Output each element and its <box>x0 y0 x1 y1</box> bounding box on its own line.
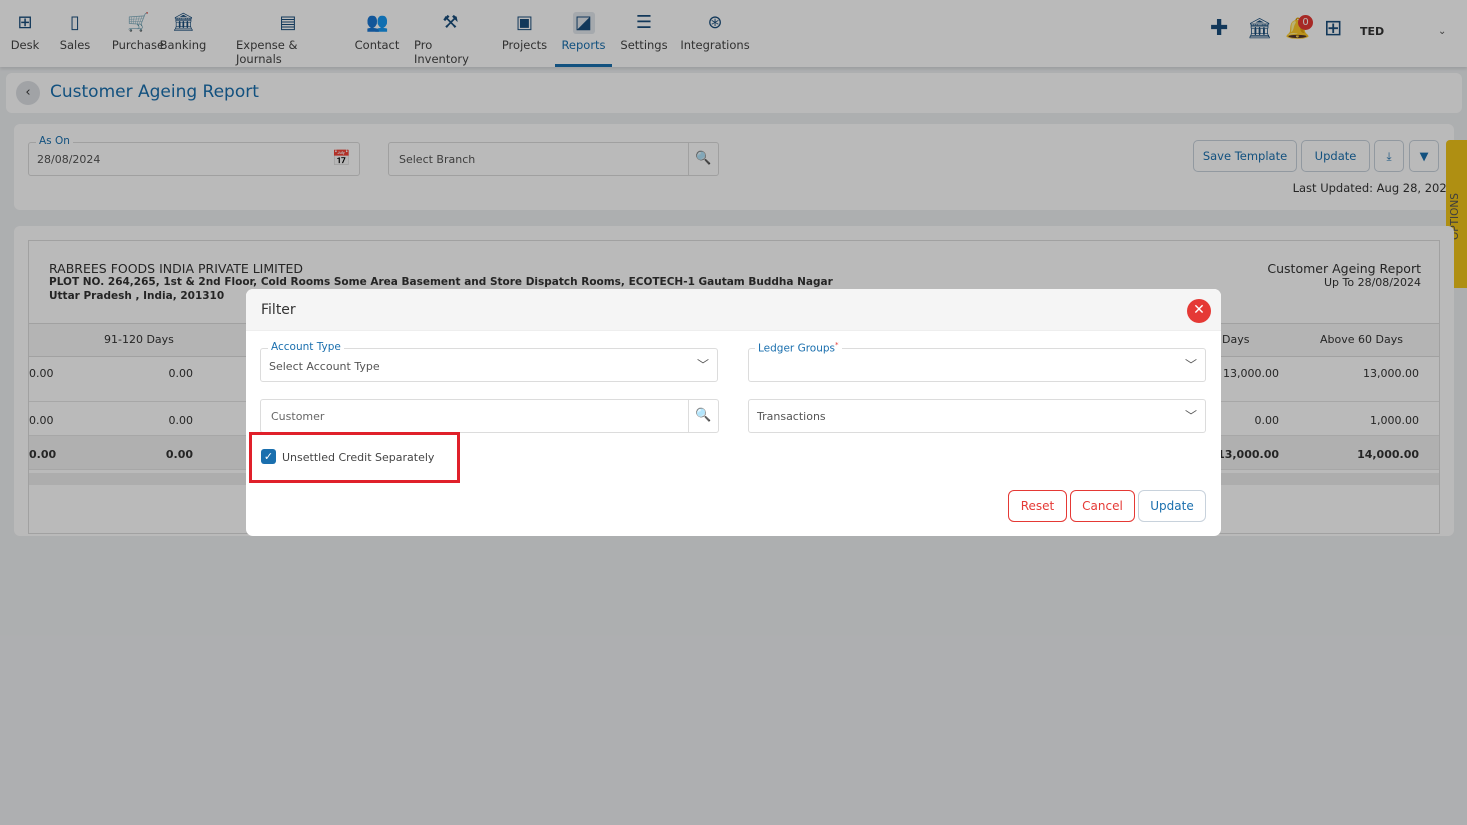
chevron-down-icon: ﹀ <box>1184 358 1197 372</box>
unsettled-credit-label[interactable]: Unsettled Credit Separately <box>282 451 434 464</box>
modal-update-button[interactable]: Update <box>1138 490 1206 522</box>
chevron-down-icon: ﹀ <box>696 358 709 372</box>
transactions-select[interactable]: Transactions ﹀ <box>748 399 1206 433</box>
account-type-select[interactable]: Select Account Type ﹀ <box>260 348 718 382</box>
transactions-value: Transactions <box>757 410 826 423</box>
reset-button[interactable]: Reset <box>1008 490 1067 522</box>
modal-title: Filter <box>261 302 296 318</box>
customer-placeholder: Customer <box>271 410 325 423</box>
unsettled-credit-checkbox[interactable]: ✓ <box>261 449 276 464</box>
search-icon[interactable]: 🔍 <box>688 400 718 432</box>
close-button[interactable]: ✕ <box>1187 299 1211 323</box>
account-type-label: Account Type <box>268 341 344 353</box>
chevron-down-icon: ﹀ <box>1184 409 1197 423</box>
cancel-button[interactable]: Cancel <box>1070 490 1135 522</box>
filter-modal: Filter ✕ Select Account Type ﹀ Account T… <box>246 289 1221 536</box>
account-type-value: Select Account Type <box>269 360 380 373</box>
customer-search-input[interactable]: Customer 🔍 <box>260 399 719 433</box>
ledger-groups-label: Ledger Groups* <box>755 341 842 355</box>
